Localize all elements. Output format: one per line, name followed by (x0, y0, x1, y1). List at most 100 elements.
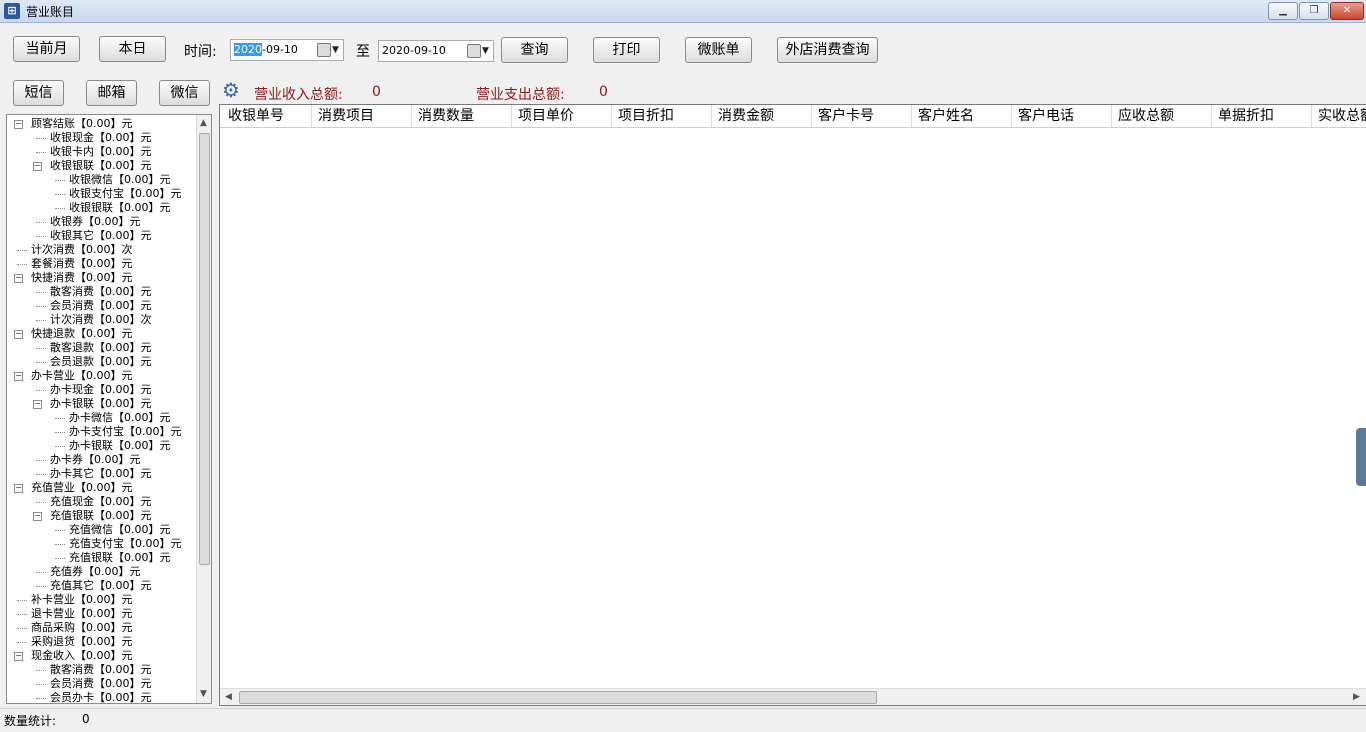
tree-item[interactable]: 计次消费【0.00】次 (7, 243, 197, 257)
tree-item[interactable]: − 现金收入【0.00】元 (7, 649, 197, 663)
tree-item[interactable]: 会员办卡【0.00】元 (7, 691, 197, 703)
tree-item[interactable]: 收银现金【0.00】元 (7, 131, 197, 145)
tree-item[interactable]: − 快捷消费【0.00】元 (7, 271, 197, 285)
date-to-picker[interactable]: 2020-09-10 ▼ (378, 40, 494, 62)
tree-item-label: 收银银联【0.00】元 (69, 201, 171, 214)
current-month-button[interactable]: 当前月 (13, 36, 80, 62)
column-header[interactable]: 项目折扣 (612, 105, 712, 127)
tree-item-label: 充值现金【0.00】元 (50, 495, 152, 508)
grid-horizontal-scrollbar[interactable]: ◀ ▶ (220, 688, 1366, 705)
tree-item[interactable]: − 顾客结账【0.00】元 (7, 117, 197, 131)
sms-button[interactable]: 短信 (13, 80, 64, 106)
side-panel-tab[interactable] (1356, 428, 1366, 486)
column-header[interactable]: 消费数量 (412, 105, 512, 127)
category-tree[interactable]: − 顾客结账【0.00】元 收银现金【0.00】元 收银卡内【0.00】元 − 收银银联【… (6, 114, 212, 704)
tree-item[interactable]: 充值银联【0.00】元 (7, 551, 197, 565)
column-header[interactable]: 消费金额 (712, 105, 812, 127)
gear-icon[interactable]: ⚙ (222, 80, 242, 100)
collapse-icon[interactable]: − (14, 120, 23, 129)
tree-item[interactable]: 会员消费【0.00】元 (7, 299, 197, 313)
tree-item[interactable]: 收银其它【0.00】元 (7, 229, 197, 243)
tree-item-label: 退卡营业【0.00】元 (31, 607, 133, 620)
tree-item[interactable]: 办卡其它【0.00】元 (7, 467, 197, 481)
collapse-icon[interactable]: − (33, 512, 42, 521)
tree-scrollbar[interactable]: ▲ ▼ (196, 115, 211, 703)
transactions-grid[interactable]: 收银单号 消费项目 消费数量 项目单价 项目折扣 消费金额 客户卡号 客户姓名 客户电话 应收总额… (219, 104, 1366, 706)
collapse-icon[interactable]: − (14, 372, 23, 381)
micro-bill-button[interactable]: 微账单 (685, 37, 752, 63)
close-button[interactable]: ✕ (1330, 2, 1364, 20)
column-header[interactable]: 客户电话 (1012, 105, 1112, 127)
tree-item[interactable]: 充值微信【0.00】元 (7, 523, 197, 537)
chevron-down-icon[interactable]: ▼ (332, 40, 339, 60)
tree-item[interactable]: 办卡银联【0.00】元 (7, 439, 197, 453)
column-header[interactable]: 客户姓名 (912, 105, 1012, 127)
tree-item[interactable]: 办卡券【0.00】元 (7, 453, 197, 467)
print-button[interactable]: 打印 (593, 37, 660, 63)
email-button[interactable]: 邮箱 (86, 80, 137, 106)
tree-item[interactable]: 收银微信【0.00】元 (7, 173, 197, 187)
date-from-picker[interactable]: 2020-09-10 ▼ (230, 39, 344, 61)
minimize-button[interactable]: ▁ (1268, 2, 1298, 20)
tree-item[interactable]: 商品采购【0.00】元 (7, 621, 197, 635)
query-button[interactable]: 查询 (501, 37, 568, 63)
restore-button[interactable]: ❐ (1299, 2, 1329, 20)
collapse-icon[interactable]: − (14, 484, 23, 493)
tree-item[interactable]: − 办卡银联【0.00】元 (7, 397, 197, 411)
tree-item[interactable]: 充值券【0.00】元 (7, 565, 197, 579)
tree-connector (17, 642, 27, 643)
tree-item[interactable]: 收银银联【0.00】元 (7, 201, 197, 215)
tree-item[interactable]: 退卡营业【0.00】元 (7, 607, 197, 621)
collapse-icon[interactable]: − (33, 400, 42, 409)
tree-item[interactable]: 补卡营业【0.00】元 (7, 593, 197, 607)
external-query-button[interactable]: 外店消费查询 (777, 37, 878, 63)
tree-connector (55, 432, 65, 433)
tree-item[interactable]: 充值现金【0.00】元 (7, 495, 197, 509)
tree-item[interactable]: − 办卡营业【0.00】元 (7, 369, 197, 383)
tree-item[interactable]: 采购退货【0.00】元 (7, 635, 197, 649)
today-button[interactable]: 本日 (99, 36, 166, 62)
tree-item[interactable]: 收银支付宝【0.00】元 (7, 187, 197, 201)
tree-item[interactable]: − 收银银联【0.00】元 (7, 159, 197, 173)
tree-item[interactable]: 计次消费【0.00】次 (7, 313, 197, 327)
tree-item[interactable]: 收银券【0.00】元 (7, 215, 197, 229)
tree-connector (36, 502, 46, 503)
tree-item[interactable]: 充值支付宝【0.00】元 (7, 537, 197, 551)
column-header[interactable]: 消费项目 (312, 105, 412, 127)
scroll-left-icon[interactable]: ◀ (225, 692, 232, 702)
grid-scroll-thumb[interactable] (239, 691, 877, 704)
column-header[interactable]: 项目单价 (512, 105, 612, 127)
column-header[interactable]: 应收总额 (1112, 105, 1212, 127)
scroll-right-icon[interactable]: ▶ (1353, 692, 1360, 702)
tree-item[interactable]: 散客消费【0.00】元 (7, 663, 197, 677)
collapse-icon[interactable]: − (14, 652, 23, 661)
column-header[interactable]: 单据折扣 (1212, 105, 1312, 127)
calendar-icon[interactable] (317, 43, 331, 57)
column-header[interactable]: 收银单号 (222, 105, 312, 127)
collapse-icon[interactable]: − (14, 274, 23, 283)
collapse-icon[interactable]: − (14, 330, 23, 339)
column-header[interactable]: 客户卡号 (812, 105, 912, 127)
tree-scroll-thumb[interactable] (199, 133, 210, 565)
tree-item[interactable]: 会员消费【0.00】元 (7, 677, 197, 691)
tree-item[interactable]: 散客消费【0.00】元 (7, 285, 197, 299)
calendar-icon[interactable] (467, 44, 481, 58)
tree-item[interactable]: 充值其它【0.00】元 (7, 579, 197, 593)
tree-item[interactable]: − 充值营业【0.00】元 (7, 481, 197, 495)
tree-item[interactable]: 办卡支付宝【0.00】元 (7, 425, 197, 439)
tree-item[interactable]: 办卡微信【0.00】元 (7, 411, 197, 425)
chevron-down-icon[interactable]: ▼ (482, 41, 489, 61)
column-header[interactable]: 实收总额 (1312, 105, 1366, 127)
wechat-button[interactable]: 微信 (159, 80, 210, 106)
tree-item-label: 办卡现金【0.00】元 (50, 383, 152, 396)
tree-item[interactable]: 套餐消费【0.00】元 (7, 257, 197, 271)
tree-item[interactable]: 收银卡内【0.00】元 (7, 145, 197, 159)
tree-item[interactable]: − 充值银联【0.00】元 (7, 509, 197, 523)
tree-item[interactable]: 散客退款【0.00】元 (7, 341, 197, 355)
tree-item[interactable]: 会员退款【0.00】元 (7, 355, 197, 369)
scroll-down-icon[interactable]: ▼ (200, 689, 207, 699)
collapse-icon[interactable]: − (33, 162, 42, 171)
tree-item[interactable]: − 快捷退款【0.00】元 (7, 327, 197, 341)
scroll-up-icon[interactable]: ▲ (200, 118, 207, 128)
tree-item[interactable]: 办卡现金【0.00】元 (7, 383, 197, 397)
